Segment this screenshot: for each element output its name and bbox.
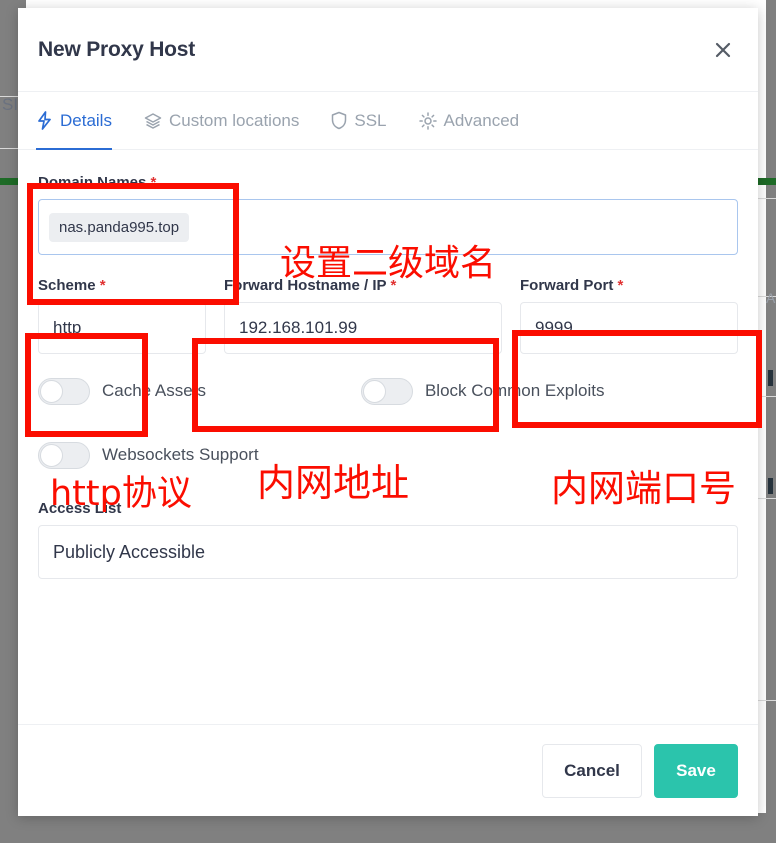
forward-hostname-value: 192.168.101.99 (239, 318, 358, 337)
access-list-label: Access List (38, 500, 122, 517)
toggle-block-common-exploits-label: Block Common Exploits (424, 381, 605, 400)
toggle-group: Cache Assets Block Common Exploits Webso… (38, 372, 738, 474)
modal-header: New Proxy Host (18, 8, 758, 92)
access-list-field: Access List Publicly Accessible (38, 500, 738, 579)
scheme-value: http (53, 318, 82, 337)
gear-icon (418, 111, 437, 130)
bolt-icon (36, 111, 53, 130)
tab-ssl-label: SSL (354, 110, 387, 130)
tab-ssl[interactable]: SSL (331, 92, 402, 149)
tab-details-label: Details (60, 110, 112, 130)
toggle-block-common-exploits[interactable]: Block Common Exploits (360, 377, 605, 405)
background-ghost-label: SI (2, 95, 19, 114)
toggle-knob (362, 379, 386, 403)
required-marker: * (390, 277, 397, 294)
toggle-websockets-support-label: Websockets Support (102, 445, 259, 464)
toggle-websockets-support[interactable]: Websockets Support (38, 441, 259, 469)
toggle-cache-assets-label: Cache Assets (102, 381, 206, 400)
new-proxy-host-modal: New Proxy Host Details Custom locations … (18, 8, 758, 816)
required-marker: * (150, 174, 157, 191)
scheme-select[interactable]: http (38, 302, 206, 354)
save-button[interactable]: Save (654, 743, 738, 798)
forward-port-label-text: Forward Port (520, 277, 614, 294)
tab-advanced-label: Advanced (443, 110, 520, 130)
tab-advanced[interactable]: Advanced (418, 92, 536, 149)
domain-names-label: Domain Names * (38, 174, 738, 191)
scheme-label-text: Scheme (38, 277, 96, 294)
forward-settings-row: Scheme * http Forward Hostname / IP * 19… (38, 277, 738, 354)
toggle-cache-assets[interactable]: Cache Assets (38, 377, 206, 405)
toggle-row-1: Cache Assets Block Common Exploits (38, 372, 738, 410)
cancel-button[interactable]: Cancel (542, 743, 642, 798)
background-ghost-glyph: A (766, 290, 776, 306)
tab-custom-locations-label: Custom locations (168, 110, 300, 130)
domain-names-input[interactable]: nas.panda995.top (38, 199, 738, 255)
toggle-switch[interactable] (360, 377, 413, 405)
forward-port-input[interactable]: 9999 (520, 302, 738, 354)
scheme-field: Scheme * http (38, 277, 206, 354)
forward-hostname-label: Forward Hostname / IP * (224, 277, 502, 294)
scheme-label: Scheme * (38, 277, 206, 294)
background-ghost-glyph (768, 370, 773, 386)
toggle-switch[interactable] (38, 441, 90, 469)
layers-icon (144, 112, 162, 130)
access-list-select[interactable]: Publicly Accessible (38, 525, 738, 579)
domain-name-tag[interactable]: nas.panda995.top (49, 212, 190, 242)
tab-details[interactable]: Details (36, 92, 128, 150)
forward-hostname-label-text: Forward Hostname / IP (224, 277, 387, 294)
forward-hostname-field: Forward Hostname / IP * 192.168.101.99 (224, 277, 502, 354)
toggle-switch[interactable] (38, 377, 90, 405)
domain-names-field: Domain Names * nas.panda995.top (38, 174, 738, 255)
domain-names-label-text: Domain Names (38, 174, 147, 191)
forward-port-label: Forward Port * (520, 277, 738, 294)
close-icon[interactable] (710, 37, 736, 63)
toggle-knob (40, 379, 63, 403)
forward-port-value: 9999 (535, 318, 573, 337)
tab-custom-locations[interactable]: Custom locations (144, 92, 315, 149)
shield-icon (331, 111, 347, 130)
toggle-row-2: Websockets Support (38, 436, 738, 474)
modal-tabs: Details Custom locations SSL Advanced (18, 92, 758, 150)
toggle-knob (40, 443, 63, 467)
background-ghost-glyph (768, 478, 773, 494)
forward-hostname-input[interactable]: 192.168.101.99 (224, 302, 502, 354)
access-list-value: Publicly Accessible (53, 541, 206, 562)
page-title: New Proxy Host (38, 37, 196, 61)
required-marker: * (617, 277, 624, 294)
required-marker: * (99, 277, 106, 294)
modal-body: Domain Names * nas.panda995.top Scheme *… (18, 150, 758, 724)
modal-footer: Cancel Save (18, 724, 758, 816)
forward-port-field: Forward Port * 9999 (520, 277, 738, 354)
